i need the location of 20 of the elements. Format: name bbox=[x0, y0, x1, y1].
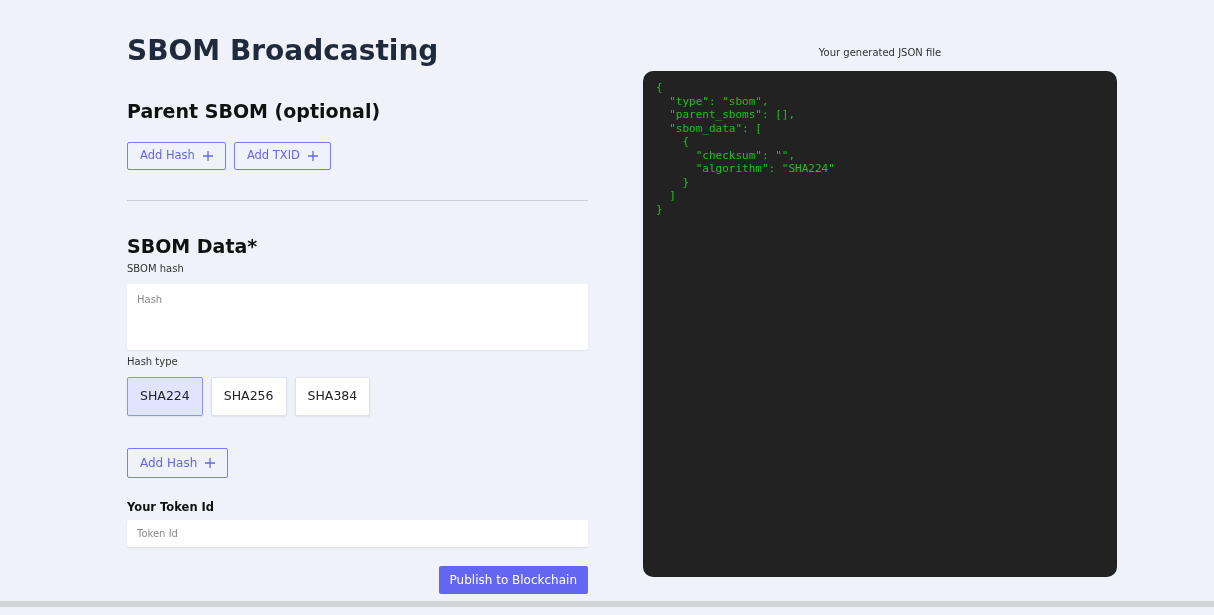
hash-type-option[interactable]: SHA224 bbox=[127, 377, 203, 417]
add-button[interactable]: Add Hash bbox=[127, 142, 226, 170]
plus-icon bbox=[205, 458, 216, 469]
hash-field[interactable]: Hash bbox=[127, 284, 588, 351]
field-label: Hash type bbox=[127, 355, 179, 370]
section-heading: SBOM Data* bbox=[127, 234, 259, 258]
add-hash-button[interactable]: Add Hash bbox=[127, 448, 229, 479]
token-id-field[interactable]: Token Id bbox=[127, 520, 588, 548]
hash-type-option[interactable]: SHA384 bbox=[294, 377, 371, 417]
plus-icon bbox=[202, 151, 213, 161]
field-label: SBOM hash bbox=[127, 262, 185, 277]
add-button[interactable]: Add TXID bbox=[233, 142, 331, 170]
panel-caption: Your generated JSON file bbox=[818, 46, 942, 60]
hash-type-option[interactable]: SHA256 bbox=[210, 377, 287, 417]
plus-icon bbox=[308, 151, 318, 161]
page-title: SBOM Broadcasting bbox=[127, 34, 440, 68]
section-heading: Parent SBOM (optional) bbox=[127, 98, 382, 123]
json-code: { "type": "sbom", "parent_sboms": [], "sbom_data": [ { "checksum": "", "algorithm": "SHA224" } ] } bbox=[656, 81, 836, 217]
field-label: Your Token Id bbox=[127, 499, 216, 517]
publish-button[interactable]: Publish to Blockchain bbox=[438, 566, 588, 595]
